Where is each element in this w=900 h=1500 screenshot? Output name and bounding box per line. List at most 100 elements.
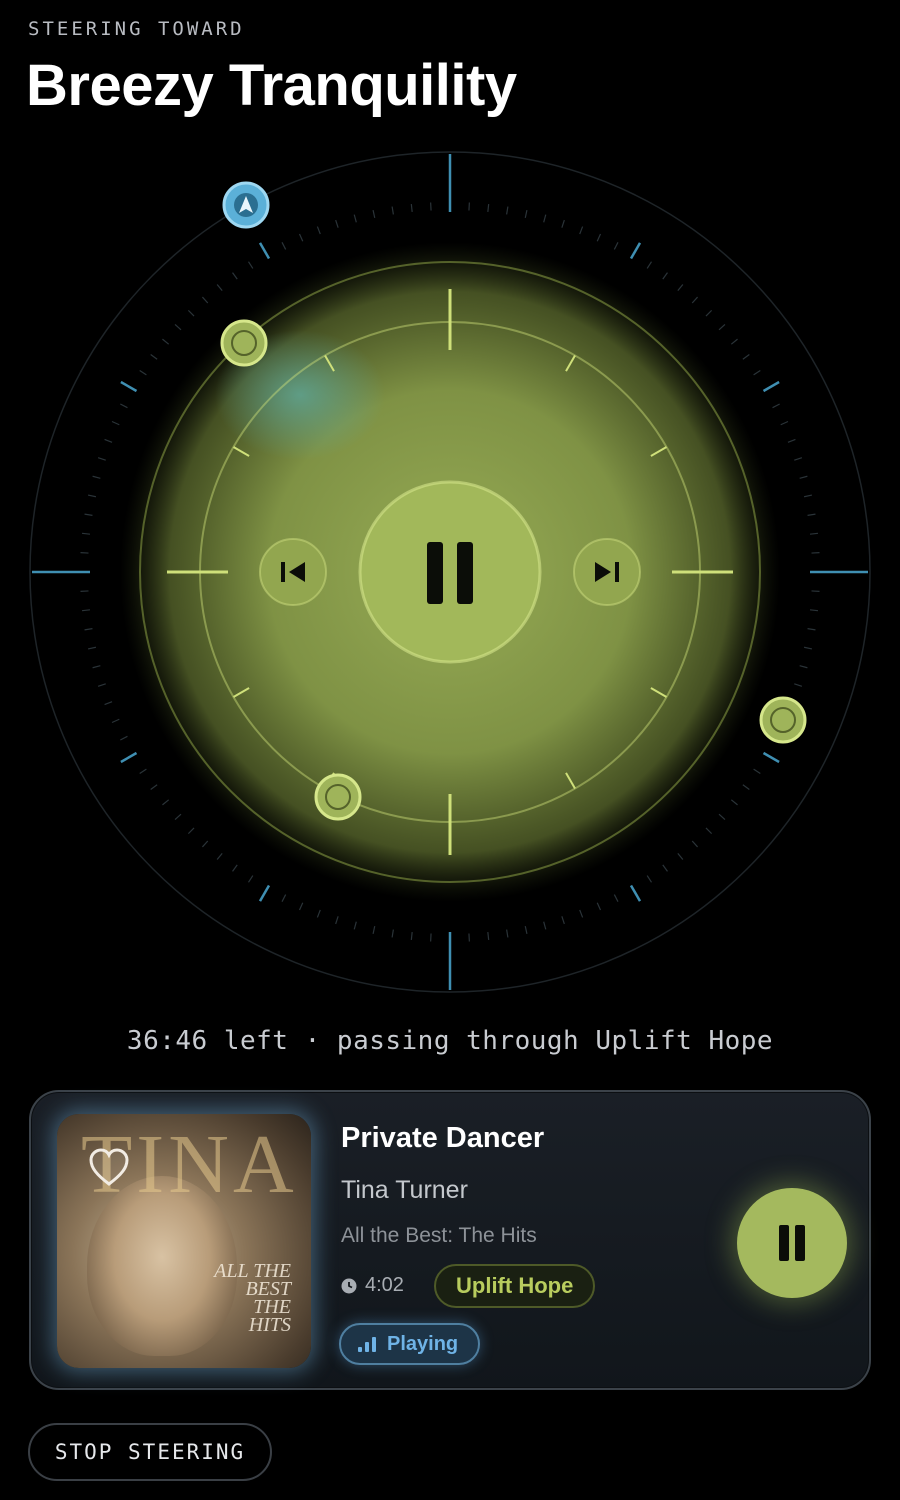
play-pause-button[interactable] [358,480,542,664]
pause-icon [779,1225,805,1261]
outer-tick [139,369,147,376]
outer-tick [742,354,750,360]
card-pause-button[interactable] [737,1188,847,1298]
outer-tick [596,233,602,242]
outer-tick [150,784,158,790]
outer-tick [104,701,113,706]
outer-tick [216,284,223,292]
previous-track-button[interactable] [259,538,327,606]
outer-tick [104,438,113,443]
outer-tick [799,475,808,479]
outer-tick [629,884,642,902]
outer-tick [150,354,158,360]
outer-tick [187,309,195,317]
outer-tick [410,931,413,941]
outer-tick [201,296,209,304]
outer-tick [120,751,138,764]
outer-tick [799,665,808,669]
outer-tick [187,827,195,835]
outer-tick [81,532,91,535]
steering-eyebrow: STEERING TOWARD [28,18,245,40]
outer-tick [410,203,413,213]
outer-tick [139,768,147,775]
outer-tick [506,206,509,215]
outer-tick [718,813,726,821]
outer-tick [524,209,528,219]
outer-tick [97,683,106,687]
outer-tick [353,921,357,930]
outer-tick [316,226,321,235]
album-art-subtitle: ALL THE BEST THE HITS [214,1260,291,1336]
outer-tick [753,768,761,775]
outer-tick [111,718,120,724]
outer-tick [372,925,376,935]
mood-dial[interactable] [0,130,900,1010]
outer-tick [120,380,138,393]
outer-tick [762,380,780,393]
outer-tick [506,929,509,938]
outer-tick [84,628,93,631]
clock-icon [341,1278,357,1293]
outer-tick [391,929,394,938]
track-album: All the Best: The Hits [341,1224,537,1247]
stop-steering-button[interactable]: STOP STEERING [28,1423,272,1481]
outer-tick [629,242,642,260]
next-track-button[interactable] [573,538,641,606]
album-art: TINA ALL THE BEST THE HITS [57,1114,311,1368]
outer-tick [613,894,619,902]
outer-tick [97,457,106,461]
outer-tick [579,226,584,235]
outer-tick [258,884,271,902]
outer-tick [780,420,789,426]
outer-tick [691,296,699,304]
playing-status-label: Playing [387,1333,459,1355]
outer-tick [335,219,339,228]
mood-node[interactable] [220,319,268,367]
outer-tick [372,209,376,219]
outer-tick [753,369,761,376]
outer-tick [92,475,101,479]
outer-tick [646,875,653,883]
outer-tick [809,609,819,612]
outer-tick [87,646,97,650]
outer-tick [807,513,816,516]
outer-tick [772,403,780,409]
outer-tick [662,864,668,872]
outer-tick [201,840,209,848]
outer-tick [298,902,304,911]
playing-status-badge: Playing [339,1323,481,1365]
outer-tick [216,852,223,860]
outer-tick [162,799,170,806]
outer-tick [543,214,547,223]
heart-icon[interactable] [87,1146,131,1190]
outer-tick [691,840,699,848]
outer-tick [87,494,97,498]
outer-tick [561,916,565,925]
outer-tick [81,609,91,612]
outer-tick [762,751,780,764]
outer-tick [677,284,684,292]
outer-tick [174,813,182,821]
route-status: 36:46 left · passing through Uplift Hope [126,1026,774,1056]
track-duration-value: 4:02 [365,1274,404,1296]
target-marker[interactable] [222,181,270,229]
outer-tick [258,242,271,260]
outer-tick [281,894,287,902]
outer-tick [391,206,394,215]
outer-tick [247,875,254,883]
outer-tick [232,272,238,280]
outer-tick [705,309,713,317]
outer-tick [281,242,287,250]
outer-tick [579,909,584,918]
outer-tick [561,219,565,228]
outer-tick [84,513,93,516]
outer-tick [794,457,803,461]
outer-tick [730,799,738,806]
outer-tick [524,925,528,935]
track-artist: Tina Turner [341,1176,468,1204]
outer-tick [646,261,653,269]
mood-node[interactable] [314,773,362,821]
mood-node[interactable] [759,696,807,744]
track-duration: 4:02 [341,1274,404,1297]
track-title: Private Dancer [341,1122,545,1154]
